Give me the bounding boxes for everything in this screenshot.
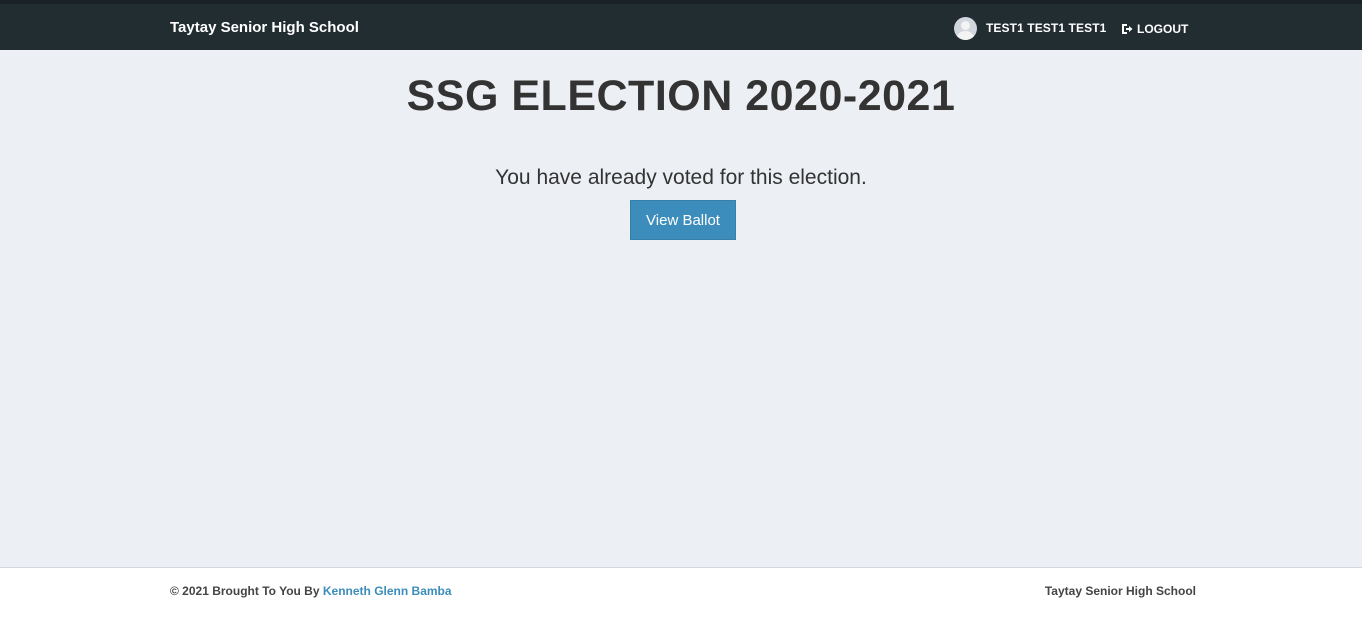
author-link[interactable]: Kenneth Glenn Bamba <box>323 584 452 598</box>
user-name: TEST1 TEST1 TEST1 <box>986 21 1107 35</box>
logout-button[interactable]: LOGOUT <box>1121 22 1188 36</box>
sign-out-icon <box>1122 24 1133 34</box>
footer: © 2021 Brought To You By Kenneth Glenn B… <box>0 567 1362 641</box>
brand-link[interactable]: Taytay Senior High School <box>170 19 359 36</box>
footer-credit-prefix: © 2021 Brought To You By <box>170 584 320 598</box>
page-title: SSG ELECTION 2020-2021 <box>406 72 956 120</box>
top-navbar: Taytay Senior High School TEST1 TEST1 TE… <box>0 0 1362 50</box>
logout-label: LOGOUT <box>1137 22 1189 36</box>
page: Taytay Senior High School TEST1 TEST1 TE… <box>0 0 1362 641</box>
footer-credit: © 2021 Brought To You By Kenneth Glenn B… <box>170 584 452 598</box>
voted-message: You have already voted for this election… <box>495 166 867 189</box>
user-menu[interactable]: TEST1 TEST1 TEST1 <box>954 16 1106 40</box>
user-avatar-icon <box>954 16 977 40</box>
footer-school-name: Taytay Senior High School <box>1044 584 1196 598</box>
view-ballot-button[interactable]: View Ballot <box>630 200 736 240</box>
